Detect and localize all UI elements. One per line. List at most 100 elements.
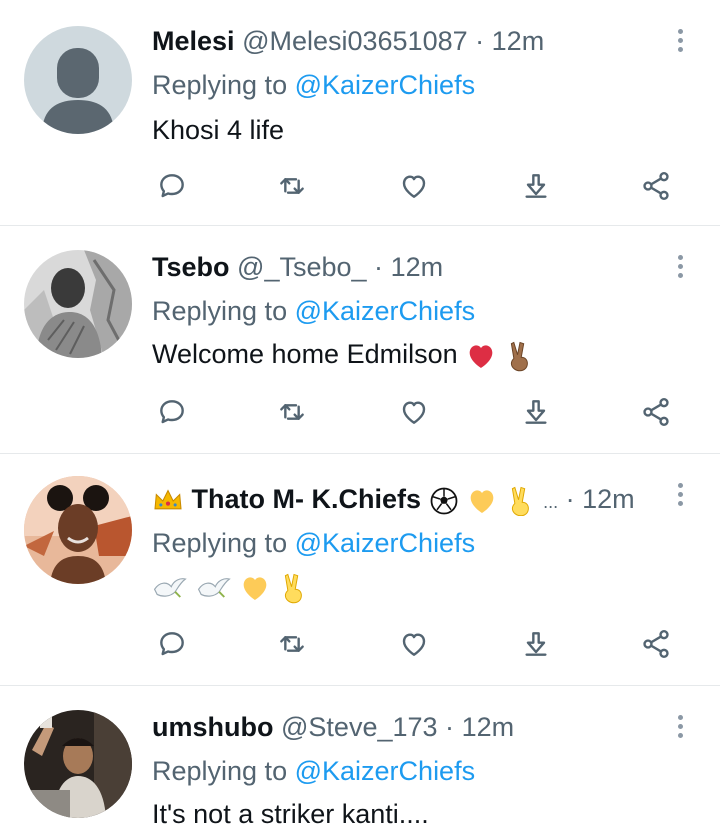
replying-to: Replying to @KaizerChiefs	[152, 754, 475, 788]
action-bar	[152, 166, 692, 206]
retweet-icon	[280, 404, 304, 420]
replying-to: Replying to @KaizerChiefs	[152, 68, 475, 102]
dove-icon	[153, 577, 187, 598]
like-icon	[402, 401, 426, 424]
user-photo	[24, 476, 132, 584]
separator-dot: ·	[475, 26, 485, 56]
red-heart-icon	[469, 345, 493, 368]
avatar[interactable]	[24, 250, 132, 358]
tweet-text: It's not a striker kanti....	[152, 799, 429, 829]
share-icon	[643, 630, 669, 658]
mention-link[interactable]: @KaizerChiefs	[295, 70, 475, 100]
replying-to-label: Replying to	[152, 756, 288, 786]
dove-icon	[197, 577, 231, 598]
victory-hand-icon	[510, 341, 528, 372]
mention-link[interactable]: @KaizerChiefs	[295, 296, 475, 326]
yellow-heart-icon	[470, 490, 494, 513]
timestamp[interactable]: 12m	[462, 712, 515, 742]
separator-dot: ·	[445, 712, 455, 742]
user-handle[interactable]: @_Tsebo_	[237, 252, 367, 282]
reply-icon	[160, 632, 184, 656]
like-icon	[402, 175, 426, 198]
avatar[interactable]	[24, 26, 132, 134]
download-button[interactable]	[516, 624, 556, 664]
more-icon	[677, 714, 683, 720]
tweet-text	[152, 568, 309, 604]
user-photo	[24, 710, 132, 818]
separator-dot: ·	[565, 484, 575, 514]
tweet[interactable]: Tsebo @_Tsebo_ · 12m Replying to @Kaizer…	[0, 226, 720, 454]
replying-to-label: Replying to	[152, 296, 288, 326]
reply-button[interactable]	[152, 624, 192, 664]
like-button[interactable]	[394, 166, 434, 206]
yellow-heart-icon	[243, 577, 267, 600]
tweet[interactable]: umshubo @Steve_173 · 12m Replying to @Ka…	[0, 686, 720, 829]
display-name[interactable]: umshubo	[152, 712, 274, 742]
tweet[interactable]: Melesi @Melesi03651087 · 12m Replying to…	[0, 0, 720, 226]
display-name[interactable]: Tsebo	[152, 252, 230, 282]
separator-dot: ·	[374, 252, 384, 282]
like-button[interactable]	[394, 624, 434, 664]
share-icon	[643, 398, 669, 426]
more-options-button[interactable]	[670, 250, 690, 282]
avatar[interactable]	[24, 476, 132, 584]
replying-to-label: Replying to	[152, 528, 288, 558]
action-bar	[152, 392, 692, 432]
tweet-header: umshubo @Steve_173 · 12m	[152, 710, 660, 744]
tweet-header: Melesi @Melesi03651087 · 12m	[152, 24, 660, 58]
more-icon	[677, 254, 683, 260]
download-icon	[525, 632, 547, 656]
reply-button[interactable]	[152, 392, 192, 432]
retweet-button[interactable]	[272, 624, 312, 664]
download-button[interactable]	[516, 392, 556, 432]
like-icon	[402, 633, 426, 656]
user-photo	[24, 250, 132, 358]
retweet-icon	[280, 636, 304, 652]
share-button[interactable]	[636, 166, 676, 206]
more-icon	[677, 28, 683, 34]
more-options-button[interactable]	[670, 24, 690, 56]
tweet-header: Tsebo @_Tsebo_ · 12m	[152, 250, 660, 284]
download-icon	[525, 400, 547, 424]
reply-icon	[160, 400, 184, 424]
download-icon	[525, 174, 547, 198]
retweet-icon	[280, 178, 304, 194]
reply-icon	[160, 174, 184, 198]
timestamp[interactable]: 12m	[582, 484, 635, 514]
user-handle[interactable]: @Steve_173	[281, 712, 438, 742]
victory-hand-icon	[284, 573, 302, 604]
mention-link[interactable]: @KaizerChiefs	[295, 528, 475, 558]
like-button[interactable]	[394, 392, 434, 432]
avatar[interactable]	[24, 710, 132, 818]
replying-to: Replying to @KaizerChiefs	[152, 294, 475, 328]
tweet-text: Khosi 4 life	[152, 115, 285, 145]
retweet-button[interactable]	[272, 392, 312, 432]
tweet-text: Welcome home Edmilson	[152, 336, 535, 372]
share-icon	[643, 172, 669, 200]
timestamp[interactable]: 12m	[492, 26, 545, 56]
more-options-button[interactable]	[670, 710, 690, 742]
display-name[interactable]: Melesi	[152, 26, 235, 56]
replying-to: Replying to @KaizerChiefs	[152, 526, 475, 560]
mention-link[interactable]: @KaizerChiefs	[295, 756, 475, 786]
display-name[interactable]: Thato M- K.Chiefs	[192, 484, 422, 514]
crown-icon	[154, 489, 182, 510]
user-handle[interactable]: @Melesi03651087	[242, 26, 468, 56]
share-button[interactable]	[636, 392, 676, 432]
replying-to-label: Replying to	[152, 70, 288, 100]
tweet[interactable]: Thato M- K.Chiefs ... · 12m Replying to …	[0, 454, 720, 686]
soccer-ball-icon	[430, 487, 457, 515]
tweet-text-content: Welcome home Edmilson	[152, 339, 458, 369]
more-icon	[677, 482, 683, 488]
victory-hand-icon	[511, 486, 529, 516]
action-bar	[152, 624, 692, 664]
tweet-header: Thato M- K.Chiefs ... · 12m	[152, 482, 660, 516]
retweet-button[interactable]	[272, 166, 312, 206]
reply-button[interactable]	[152, 166, 192, 206]
timestamp[interactable]: 12m	[391, 252, 444, 282]
share-button[interactable]	[636, 624, 676, 664]
more-options-button[interactable]	[670, 478, 690, 510]
download-button[interactable]	[516, 166, 556, 206]
truncation-ellipsis: ...	[543, 492, 559, 512]
default-avatar-icon	[24, 26, 132, 134]
